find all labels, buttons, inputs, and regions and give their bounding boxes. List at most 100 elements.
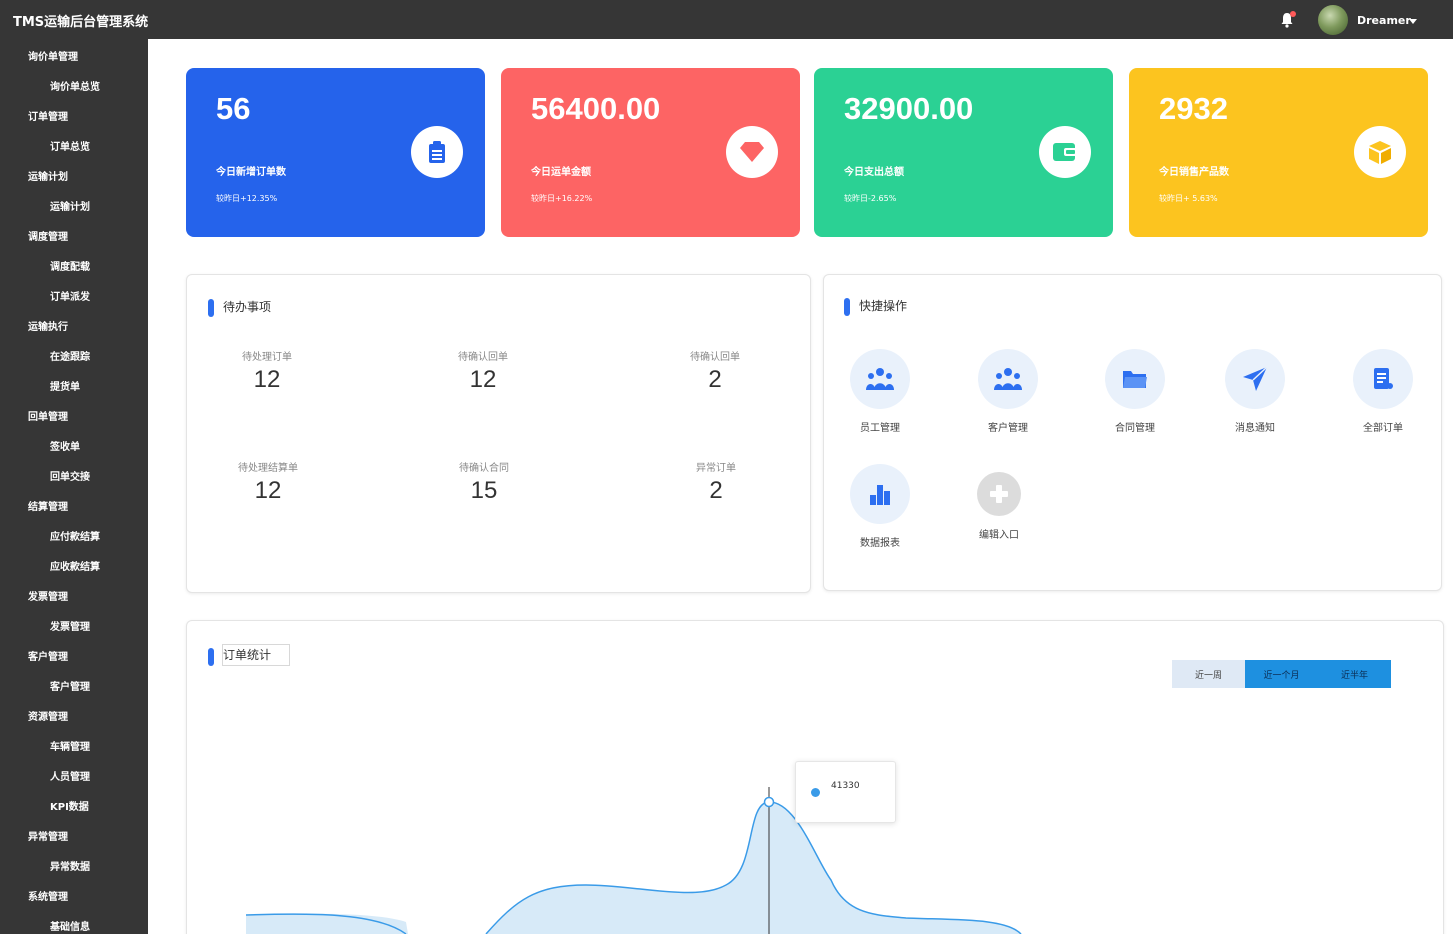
quick-staff[interactable]: 员工管理: [840, 349, 920, 434]
quick-circle: [977, 472, 1021, 516]
todo-value: 12: [469, 366, 497, 393]
todo-value: 12: [254, 477, 282, 504]
stat-card-expense[interactable]: 32900.00 今日支出总额 较昨日-2.65%: [814, 68, 1113, 237]
todo-value: 15: [470, 477, 498, 504]
todo-label: 待处理结算单: [238, 463, 298, 474]
quick-label: 客户管理: [988, 423, 1028, 434]
stat-value: 32900.00: [844, 91, 974, 126]
folder-icon: [1123, 371, 1147, 388]
sidebar-item[interactable]: 询价单总览: [50, 78, 100, 93]
todo-item-abnormal-orders[interactable]: 异常订单 2: [656, 459, 776, 505]
range-week-button[interactable]: 近一周: [1172, 660, 1245, 688]
sidebar-item[interactable]: 订单派发: [50, 288, 90, 303]
quick-contracts[interactable]: 合同管理: [1095, 349, 1175, 434]
todo-label: 待处理订单: [242, 352, 292, 363]
top-bar: TMS运输后台管理系统 Dreamer: [0, 0, 1453, 39]
title-accent-bar: [208, 299, 214, 317]
stat-card-waybill-amount[interactable]: 56400.00 今日运单金额 较昨日+16.22%: [501, 68, 800, 237]
quick-all-orders[interactable]: 全部订单: [1343, 349, 1423, 434]
stat-card-new-orders[interactable]: 56 今日新增订单数 较昨日+12.35%: [186, 68, 485, 237]
add-icon: [990, 485, 1008, 503]
quick-label: 全部订单: [1363, 423, 1403, 434]
sidebar-group-label[interactable]: 调度管理: [28, 228, 68, 243]
wallet-icon: [1053, 143, 1077, 161]
todo-item-pending-orders[interactable]: 待处理订单 12: [207, 348, 327, 394]
chevron-down-icon[interactable]: [1409, 19, 1417, 24]
sidebar: 询价单管理 询价单总览 订单管理 订单总览 运输计划 运输计划 调度管理 调度配载 订单派发 运输…: [0, 39, 148, 934]
todo-label: 异常订单: [696, 463, 736, 474]
stat-icon-circle: [411, 126, 463, 178]
notification-dot: [1290, 11, 1296, 17]
avatar[interactable]: [1318, 5, 1348, 35]
panel-title: 待办事项: [223, 300, 272, 314]
stat-card-products-sold[interactable]: 2932 今日销售产品数 较昨日+ 5.63%: [1129, 68, 1428, 237]
sidebar-group-label[interactable]: 询价单管理: [28, 48, 78, 63]
todo-label: 待确认回单: [690, 352, 740, 363]
stat-icon-circle: [1354, 126, 1406, 178]
sidebar-item[interactable]: 运输计划: [50, 198, 90, 213]
quick-reports[interactable]: 数据报表: [840, 464, 920, 549]
todo-panel: 待办事项 待处理订单 12 待确认回单 12 待确认回单 2 待处理结算单 12…: [186, 274, 811, 593]
todo-item-confirm-receipts[interactable]: 待确认回单 12: [423, 348, 543, 394]
todo-item-pending-settlements[interactable]: 待处理结算单 12: [208, 459, 328, 505]
quick-label: 员工管理: [860, 423, 900, 434]
sidebar-item[interactable]: 回单交接: [50, 468, 90, 483]
todo-value: 2: [708, 366, 722, 393]
todo-label: 待确认合同: [459, 463, 509, 474]
staff-icon: [866, 368, 894, 390]
quick-actions-panel: 快捷操作 员工管理 客户管理 合同管理 消息通知 全部订单 数据报表 编辑入口: [823, 274, 1442, 591]
sidebar-item[interactable]: 应付款结算: [50, 528, 100, 543]
quick-edit-entry[interactable]: 编辑入口: [959, 472, 1039, 541]
username[interactable]: Dreamer: [1357, 14, 1411, 27]
sidebar-group-label[interactable]: 运输执行: [28, 318, 68, 333]
stat-compare: 较昨日+12.35%: [216, 194, 278, 203]
sidebar-item[interactable]: 异常数据: [50, 858, 90, 873]
quick-circle: [978, 349, 1038, 409]
sidebar-item[interactable]: 车辆管理: [50, 738, 90, 753]
todo-item-confirm-receipts-2[interactable]: 待确认回单 2: [655, 348, 775, 394]
title-accent-bar: [844, 298, 850, 316]
todo-item-confirm-contracts[interactable]: 待确认合同 15: [424, 459, 544, 505]
box-icon: [1369, 141, 1391, 164]
sidebar-item[interactable]: 签收单: [50, 438, 80, 453]
range-month-button[interactable]: 近一个月: [1245, 660, 1318, 688]
series-area: [246, 801, 1021, 934]
stat-compare: 较昨日+16.22%: [531, 194, 593, 203]
quick-messages[interactable]: 消息通知: [1215, 349, 1295, 434]
sidebar-item[interactable]: 在途跟踪: [50, 348, 90, 363]
hover-point[interactable]: [763, 796, 775, 808]
quick-customers[interactable]: 客户管理: [968, 349, 1048, 434]
diamond-icon: [740, 142, 764, 162]
sidebar-item[interactable]: 订单总览: [50, 138, 90, 153]
sidebar-item[interactable]: 应收款结算: [50, 558, 100, 573]
sidebar-item[interactable]: 提货单: [50, 378, 80, 393]
sidebar-item[interactable]: 基础信息: [50, 918, 90, 933]
sidebar-group-label[interactable]: 结算管理: [28, 498, 68, 513]
sidebar-group-label[interactable]: 发票管理: [28, 588, 68, 603]
sidebar-group-label[interactable]: 系统管理: [28, 888, 68, 903]
stat-icon-circle: [1039, 126, 1091, 178]
sidebar-item[interactable]: 调度配载: [50, 258, 90, 273]
sidebar-group-label[interactable]: 回单管理: [28, 408, 68, 423]
sidebar-group-label[interactable]: 异常管理: [28, 828, 68, 843]
sidebar-group-label[interactable]: 资源管理: [28, 708, 68, 723]
bar-chart-icon: [870, 485, 890, 505]
quick-circle: [850, 464, 910, 524]
sidebar-group-label[interactable]: 客户管理: [28, 648, 68, 663]
todo-value: 2: [709, 477, 723, 504]
title-accent-bar: [208, 648, 214, 666]
todo-value: 12: [253, 366, 281, 393]
sidebar-item[interactable]: 客户管理: [50, 678, 90, 693]
sidebar-item[interactable]: 人员管理: [50, 768, 90, 783]
sidebar-item[interactable]: 发票管理: [50, 618, 90, 633]
sidebar-group-label[interactable]: 运输计划: [28, 168, 68, 183]
range-half-year-button[interactable]: 近半年: [1318, 660, 1391, 688]
app-title: TMS运输后台管理系统: [13, 15, 149, 30]
stat-label: 今日新增订单数: [216, 167, 286, 178]
quick-label: 消息通知: [1235, 423, 1275, 434]
quick-circle: [1225, 349, 1285, 409]
sidebar-group-label[interactable]: 订单管理: [28, 108, 68, 123]
panel-title: 订单统计: [222, 644, 291, 666]
sidebar-item[interactable]: KPI数据: [50, 798, 89, 813]
todo-label: 待确认回单: [458, 352, 508, 363]
